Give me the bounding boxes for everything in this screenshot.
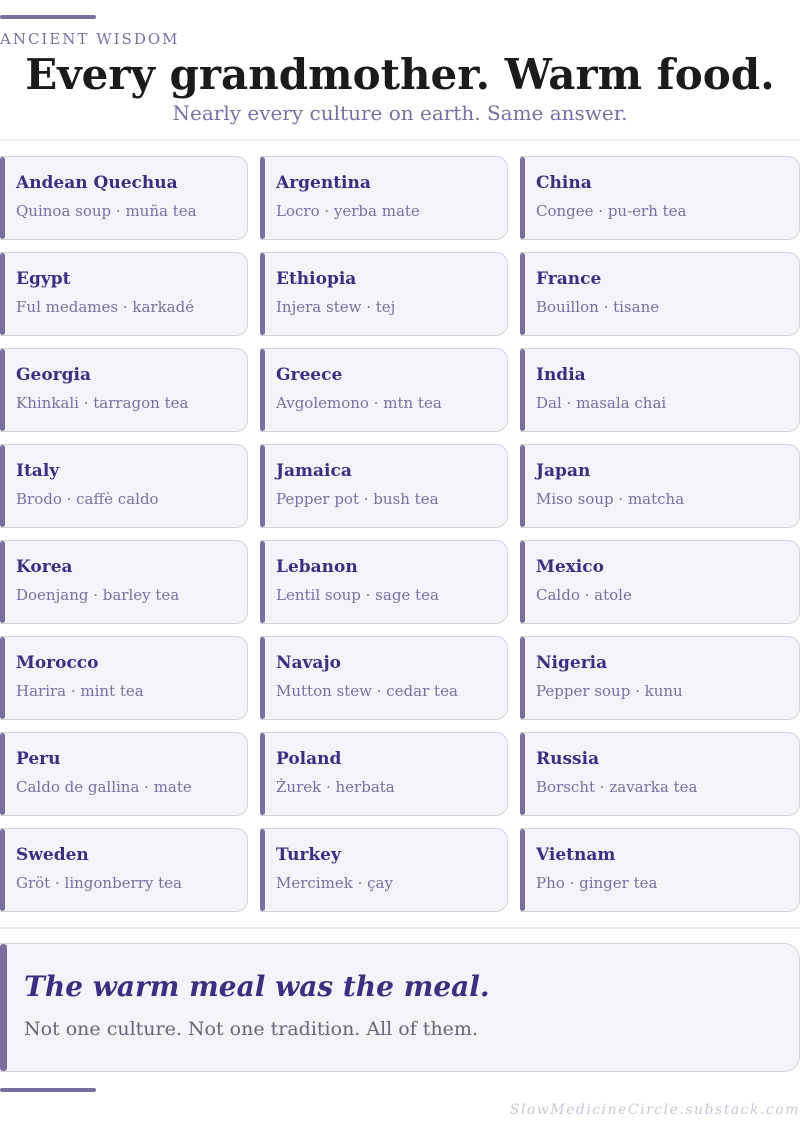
culture-name: China (536, 173, 592, 193)
bottom-accent-rule (0, 1088, 96, 1092)
culture-foods: Bouillon · tisane (536, 298, 660, 316)
culture-foods: Khinkali · tarragon tea (16, 394, 189, 412)
culture-card: Egypt Ful medames · karkadé (0, 252, 248, 336)
culture-card: Jamaica Pepper pot · bush tea (260, 444, 508, 528)
culture-name: Peru (16, 749, 61, 769)
culture-card: Turkey Mercimek · çay (260, 828, 508, 912)
culture-card: Greece Avgolemono · mtn tea (260, 348, 508, 432)
top-accent-rule (0, 15, 96, 19)
header-divider (0, 139, 800, 141)
culture-name: Turkey (276, 845, 341, 865)
closing-body: Not one culture. Not one tradition. All … (24, 1018, 478, 1040)
culture-name: Andean Quechua (16, 173, 178, 193)
culture-card: Japan Miso soup · matcha (520, 444, 800, 528)
culture-foods: Mutton stew · cedar tea (276, 682, 458, 700)
culture-foods: Quinoa soup · muña tea (16, 202, 197, 220)
closing-headline: The warm meal was the meal. (24, 970, 490, 1003)
culture-name: Mexico (536, 557, 604, 577)
culture-foods: Pepper soup · kunu (536, 682, 683, 700)
culture-grid: Andean Quechua Quinoa soup · muña tea Arge… (0, 156, 800, 912)
culture-foods: Gröt · lingonberry tea (16, 874, 182, 892)
culture-name: Jamaica (276, 461, 352, 481)
culture-card: Mexico Caldo · atole (520, 540, 800, 624)
culture-name: Navajo (276, 653, 341, 673)
footer-credit: SlowMedicineCircle.substack.com (509, 1102, 800, 1118)
culture-foods: Ful medames · karkadé (16, 298, 195, 316)
culture-foods: Miso soup · matcha (536, 490, 685, 508)
culture-foods: Żurek · herbata (276, 778, 395, 796)
culture-card: Poland Żurek · herbata (260, 732, 508, 816)
page-title: Every grandmother. Warm food. (25, 50, 775, 99)
culture-name: Egypt (16, 269, 71, 289)
culture-card: Morocco Harira · mint tea (0, 636, 248, 720)
culture-foods: Borscht · zavarka tea (536, 778, 698, 796)
culture-foods: Avgolemono · mtn tea (276, 394, 442, 412)
culture-name: Sweden (16, 845, 89, 865)
culture-name: Lebanon (276, 557, 358, 577)
culture-card: France Bouillon · tisane (520, 252, 800, 336)
culture-card: Peru Caldo de gallina · mate (0, 732, 248, 816)
culture-card: Argentina Locro · yerba mate (260, 156, 508, 240)
culture-card: Italy Brodo · caffè caldo (0, 444, 248, 528)
culture-name: Nigeria (536, 653, 608, 673)
culture-card: Russia Borscht · zavarka tea (520, 732, 800, 816)
culture-name: Morocco (16, 653, 99, 673)
culture-name: India (536, 365, 586, 385)
culture-name: France (536, 269, 602, 289)
culture-name: Japan (536, 461, 591, 481)
culture-card: Nigeria Pepper soup · kunu (520, 636, 800, 720)
culture-card: China Congee · pu-erh tea (520, 156, 800, 240)
culture-foods: Caldo · atole (536, 586, 632, 604)
culture-name: Poland (276, 749, 342, 769)
culture-card: Andean Quechua Quinoa soup · muña tea (0, 156, 248, 240)
culture-foods: Mercimek · çay (276, 874, 393, 892)
eyebrow-label: ANCIENT WISDOM (0, 30, 180, 48)
culture-card: Korea Doenjang · barley tea (0, 540, 248, 624)
culture-name: Argentina (276, 173, 371, 193)
culture-foods: Injera stew · tej (276, 298, 396, 316)
culture-name: Italy (16, 461, 60, 481)
culture-card: India Dal · masala chai (520, 348, 800, 432)
culture-name: Georgia (16, 365, 91, 385)
culture-card: Navajo Mutton stew · cedar tea (260, 636, 508, 720)
culture-foods: Locro · yerba mate (276, 202, 420, 220)
culture-foods: Caldo de gallina · mate (16, 778, 192, 796)
culture-card: Vietnam Pho · ginger tea (520, 828, 800, 912)
culture-foods: Doenjang · barley tea (16, 586, 180, 604)
culture-card: Sweden Gröt · lingonberry tea (0, 828, 248, 912)
culture-card: Lebanon Lentil soup · sage tea (260, 540, 508, 624)
closing-callout: The warm meal was the meal. Not one cult… (0, 943, 800, 1072)
culture-foods: Pho · ginger tea (536, 874, 658, 892)
culture-foods: Harira · mint tea (16, 682, 144, 700)
culture-foods: Lentil soup · sage tea (276, 586, 439, 604)
culture-name: Greece (276, 365, 343, 385)
culture-name: Ethiopia (276, 269, 357, 289)
culture-foods: Congee · pu-erh tea (536, 202, 687, 220)
culture-name: Russia (536, 749, 600, 769)
page-subtitle: Nearly every culture on earth. Same answ… (172, 101, 628, 125)
culture-foods: Pepper pot · bush tea (276, 490, 439, 508)
culture-card: Ethiopia Injera stew · tej (260, 252, 508, 336)
culture-name: Vietnam (536, 845, 616, 865)
grid-divider (0, 927, 800, 929)
culture-name: Korea (16, 557, 73, 577)
culture-foods: Dal · masala chai (536, 394, 667, 412)
culture-card: Georgia Khinkali · tarragon tea (0, 348, 248, 432)
culture-foods: Brodo · caffè caldo (16, 490, 159, 508)
